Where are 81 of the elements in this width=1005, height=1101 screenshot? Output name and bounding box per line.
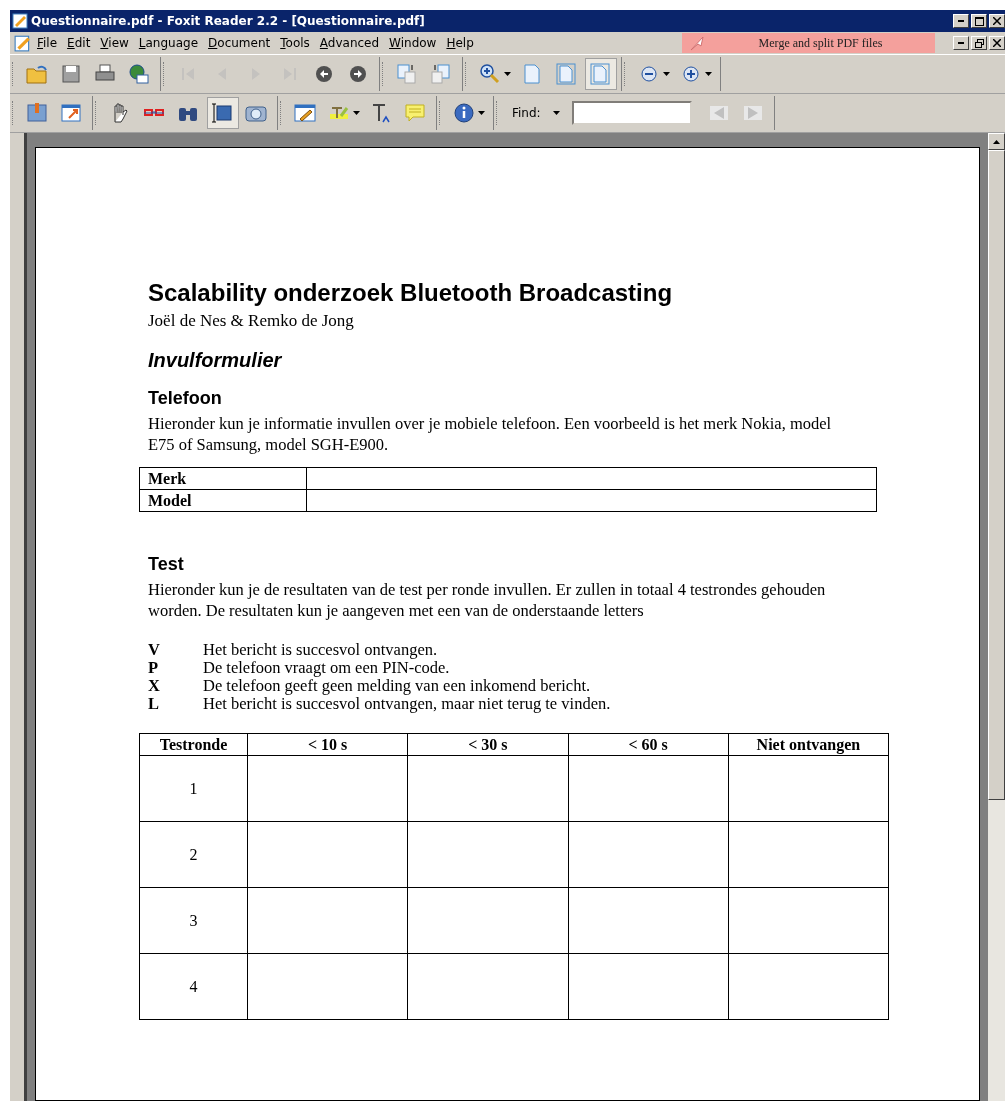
legend-code: X [148,677,161,695]
document-pencil-icon [14,34,32,52]
menu-item[interactable]: Tools [275,36,315,50]
caret-icon [552,111,560,115]
close-icon [993,17,1001,25]
minimize-button[interactable] [953,14,969,28]
round-number: 2 [139,821,248,888]
menu-item[interactable]: Advanced [314,36,385,50]
round-number: 3 [139,887,248,954]
paragraph: Hieronder kun je de resultaten van de test per ronde invullen. Er zullen in totaal 4 testrondes gehouden worden. De resultaten kun je aangeven met een van de onderstaande letters [148,579,827,621]
window-title: Questionnaire.pdf - Foxit Reader 2.2 - [Questionnaire.pdf] [31,14,426,28]
close-button[interactable] [989,14,1005,28]
caret-icon [504,72,511,76]
form-subtitle: Invulformulier [148,349,283,372]
authors: Joël de Nes & Remko de Jong [148,311,355,331]
cursor-arrow-icon [688,34,706,52]
paragraph: Hieronder kun je informatie invullen over je mobiele telefoon. Een voorbeeld is het merk Nokia, model E75 of Samsung, model SGH-E900. [148,413,833,455]
info-icon [453,102,475,124]
text-tool-icon [370,102,392,124]
minimize-icon [958,42,964,44]
minus-circle-icon [638,63,660,85]
legend-code: L [148,695,160,713]
globe-envelope-icon [128,63,150,85]
pencil-form-icon [294,102,316,124]
caret-icon [478,111,485,115]
magnifier-icon [479,63,501,85]
toolbar-button[interactable] [207,97,239,129]
up-arrow-icon [993,139,1000,144]
pages-arrow-icon [430,63,452,85]
minimize-icon [958,20,964,22]
note-icon [404,102,426,124]
section-heading: Telefoon [148,388,223,409]
menu-item[interactable]: Window [384,36,442,50]
restore-button[interactable] [971,36,987,50]
scroll-up-button[interactable] [988,133,1005,150]
pages-arrow-icon [396,63,418,85]
legend-text: Het bericht is succesvol ontvangen, maar niet terug te vinden. [203,695,612,713]
caret-icon [353,111,360,115]
promo-banner[interactable]: Merge and split PDF files [682,33,935,53]
close-button[interactable] [989,36,1005,50]
find-field[interactable] [571,101,692,125]
round-number: 4 [139,953,248,1020]
section-heading: Test [148,554,185,575]
legend-code: P [148,659,160,677]
document-title: Scalability onderzoek Bluetooth Broadcasting [148,279,674,307]
folder-icon [26,63,48,85]
menu-item[interactable]: View [95,36,134,50]
close-icon [993,39,1001,47]
column-header: < 60 s [568,733,729,756]
text-cursor-icon [211,102,233,124]
framed-page-icon [589,63,611,85]
plus-circle-icon [680,63,702,85]
column-header: Niet ontvangen [728,733,889,756]
legend-text: De telefoon vraagt om een PIN-code. [203,659,451,677]
legend-code: V [148,641,161,659]
framed-page-icon [555,63,577,85]
legend-text: Het bericht is succesvol ontvangen. [203,641,439,659]
round-number: 1 [139,755,248,822]
caret-icon [705,72,712,76]
scroll-thumb[interactable] [988,150,1005,800]
legend-text: De telefoon geeft geen melding van een inkomend bericht. [203,677,592,695]
row-label: Merk [139,467,307,490]
restore-icon [974,38,984,48]
app-logo-icon [12,13,28,29]
glasses-icon [143,108,165,118]
menu-item[interactable]: File [32,36,63,50]
caret-icon [663,72,670,76]
maximize-icon [974,16,984,26]
book-icon [26,102,48,124]
find-label: Find: [512,106,541,120]
column-header: < 10 s [247,733,408,756]
maximize-button[interactable] [971,14,987,28]
menu-item[interactable]: Edit [62,36,96,50]
menu-item[interactable]: Language [133,36,204,50]
menu-item[interactable]: Help [441,36,479,50]
menu-item[interactable]: Document [203,36,276,50]
column-header: < 30 s [407,733,568,756]
page-icon [521,63,543,85]
minimize-button[interactable] [953,36,969,50]
column-header: Testronde [139,733,248,756]
row-label: Model [139,489,307,512]
